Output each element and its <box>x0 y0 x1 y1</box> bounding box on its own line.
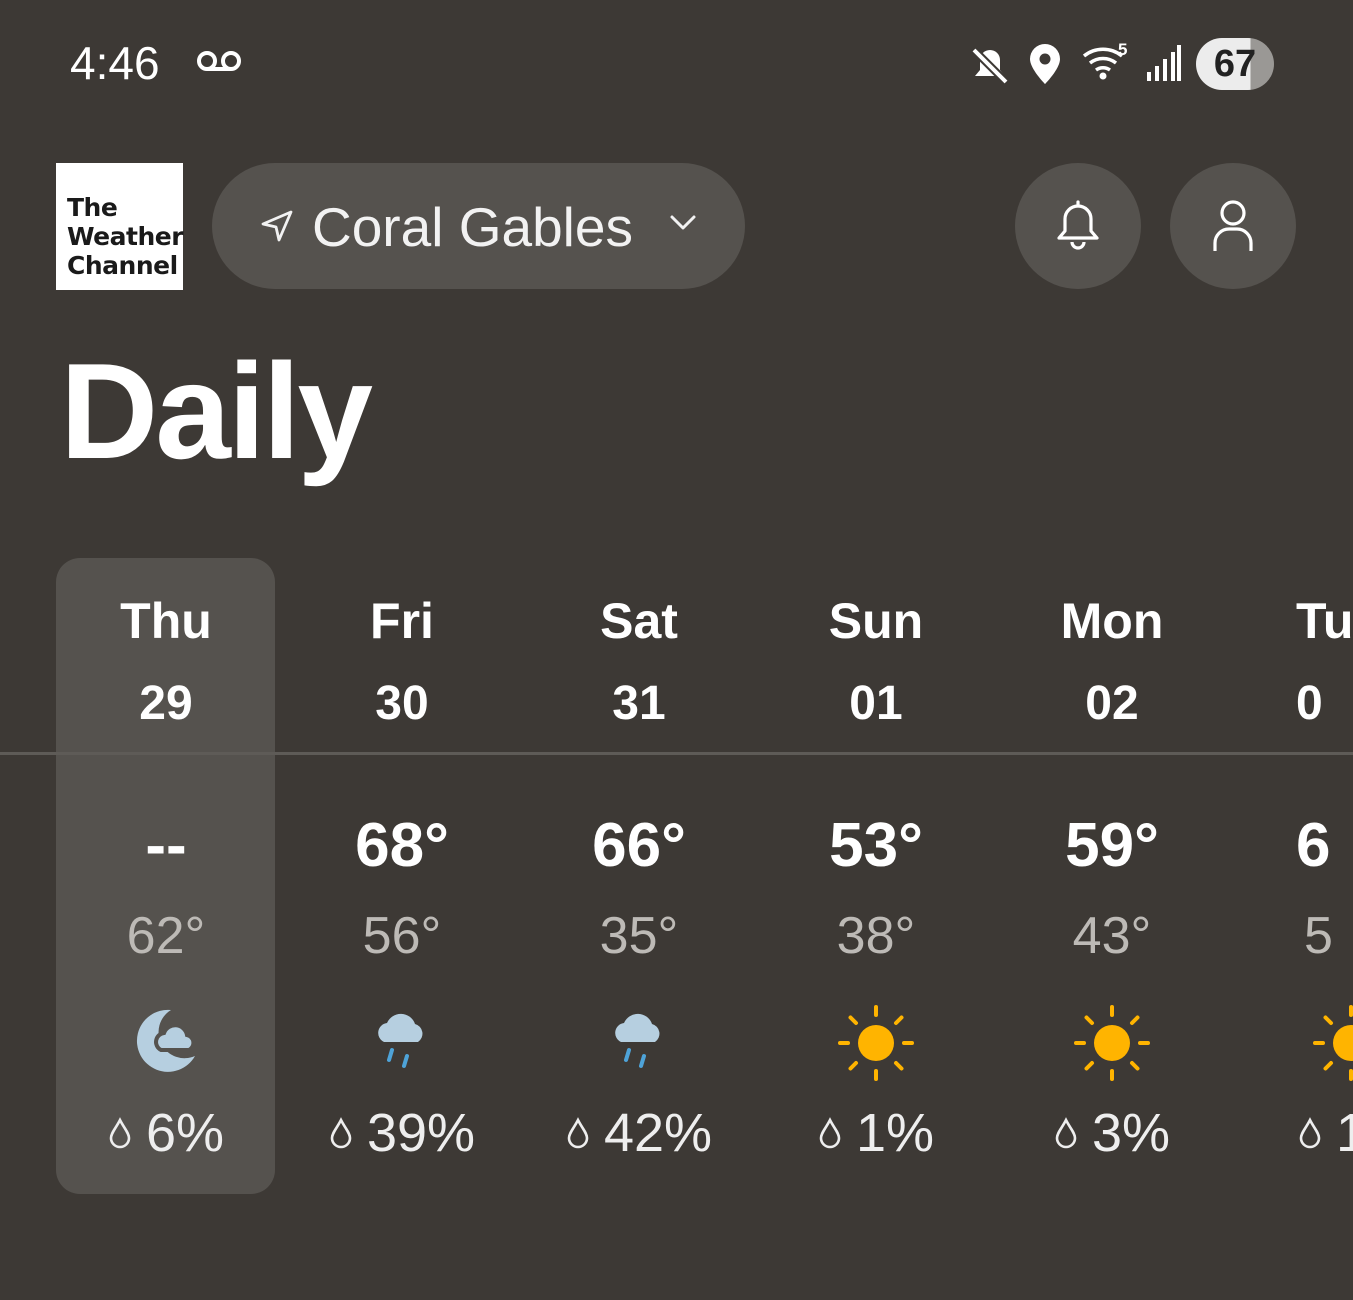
low-temp: 5 <box>1304 907 1333 965</box>
high-temp: 59° <box>1065 811 1159 880</box>
logo-line: Channel <box>67 251 178 280</box>
weather-channel-logo[interactable]: The Weather Channel <box>56 163 184 290</box>
low-temp: 43° <box>1072 907 1152 965</box>
precip-chance: 39% <box>366 1103 476 1163</box>
sun-icon <box>838 1005 914 1081</box>
day-of-week: Sun <box>828 593 924 649</box>
day-date: 30 <box>375 677 429 730</box>
divider <box>0 752 1353 755</box>
day-date: 31 <box>612 677 666 730</box>
high-temp: -- <box>145 811 187 880</box>
navigation-arrow-icon <box>261 210 293 242</box>
location-name: Coral Gables <box>312 196 633 258</box>
day-of-week: Mon <box>1060 593 1164 649</box>
day-column-clip: Tu 0 6 5 1 <box>1256 0 1353 1300</box>
raindrop-icon <box>1055 1117 1077 1149</box>
sun-icon <box>1074 1005 1150 1081</box>
precip-chance: 3% <box>1091 1103 1171 1163</box>
wifi-icon: 5 <box>1082 42 1127 80</box>
low-temp: 35° <box>599 907 679 965</box>
day-column-sat[interactable]: Sat 31 66° 35° 42% <box>521 590 757 1163</box>
day-of-week: Tu <box>1296 593 1353 649</box>
day-date: 0 <box>1296 677 1323 730</box>
day-column-tue[interactable]: Tu 0 6 5 1 <box>1256 590 1353 1163</box>
high-temp: 66° <box>592 811 686 880</box>
user-icon <box>1213 200 1253 251</box>
rain-icon <box>615 1013 660 1068</box>
status-time: 4:46 <box>70 37 160 89</box>
raindrop-icon <box>109 1117 131 1149</box>
high-temp: 6 <box>1296 811 1331 880</box>
day-date: 01 <box>849 677 903 730</box>
raindrop-icon <box>819 1117 841 1149</box>
precip-chance: 42% <box>603 1103 713 1163</box>
day-of-week: Thu <box>120 593 212 649</box>
low-temp: 62° <box>126 907 206 965</box>
raindrop-icon <box>1299 1117 1321 1149</box>
rain-icon <box>378 1013 423 1068</box>
day-column-sun[interactable]: Sun 01 53° 38° 1% <box>758 590 994 1163</box>
location-selector[interactable]: Coral Gables <box>212 163 745 289</box>
sun-icon <box>1313 1005 1353 1081</box>
voicemail-icon <box>197 51 241 71</box>
low-temp: 56° <box>362 907 442 965</box>
chevron-down-icon <box>670 215 696 230</box>
day-date: 29 <box>139 677 193 730</box>
location-icon <box>1030 44 1060 84</box>
day-column-thu[interactable]: Thu 29 -- 62° 6% <box>48 590 284 1163</box>
raindrop-icon <box>567 1117 589 1149</box>
low-temp: 38° <box>836 907 916 965</box>
day-date: 02 <box>1085 677 1139 730</box>
svg-text:5: 5 <box>1118 42 1127 59</box>
precip-chance: 1 <box>1336 1103 1353 1163</box>
mute-icon <box>971 47 1009 85</box>
signal-icon <box>1147 45 1181 81</box>
precip-chance: 1% <box>855 1103 935 1163</box>
night-cloud-icon <box>136 1009 196 1072</box>
logo-line: Weather <box>67 222 184 251</box>
day-of-week: Sat <box>600 593 678 649</box>
high-temp: 68° <box>355 811 449 880</box>
precip-chance: 6% <box>145 1103 225 1163</box>
logo-line: The <box>67 193 118 222</box>
day-column-mon[interactable]: Mon 02 59° 43° 3% <box>994 590 1230 1163</box>
day-of-week: Fri <box>370 593 434 649</box>
raindrop-icon <box>330 1117 352 1149</box>
page-title: Daily <box>60 335 373 487</box>
day-column-fri[interactable]: Fri 30 68° 56° 39% <box>284 590 520 1163</box>
bell-icon <box>1057 200 1099 250</box>
high-temp: 53° <box>829 811 923 880</box>
notifications-button[interactable] <box>1015 163 1141 289</box>
